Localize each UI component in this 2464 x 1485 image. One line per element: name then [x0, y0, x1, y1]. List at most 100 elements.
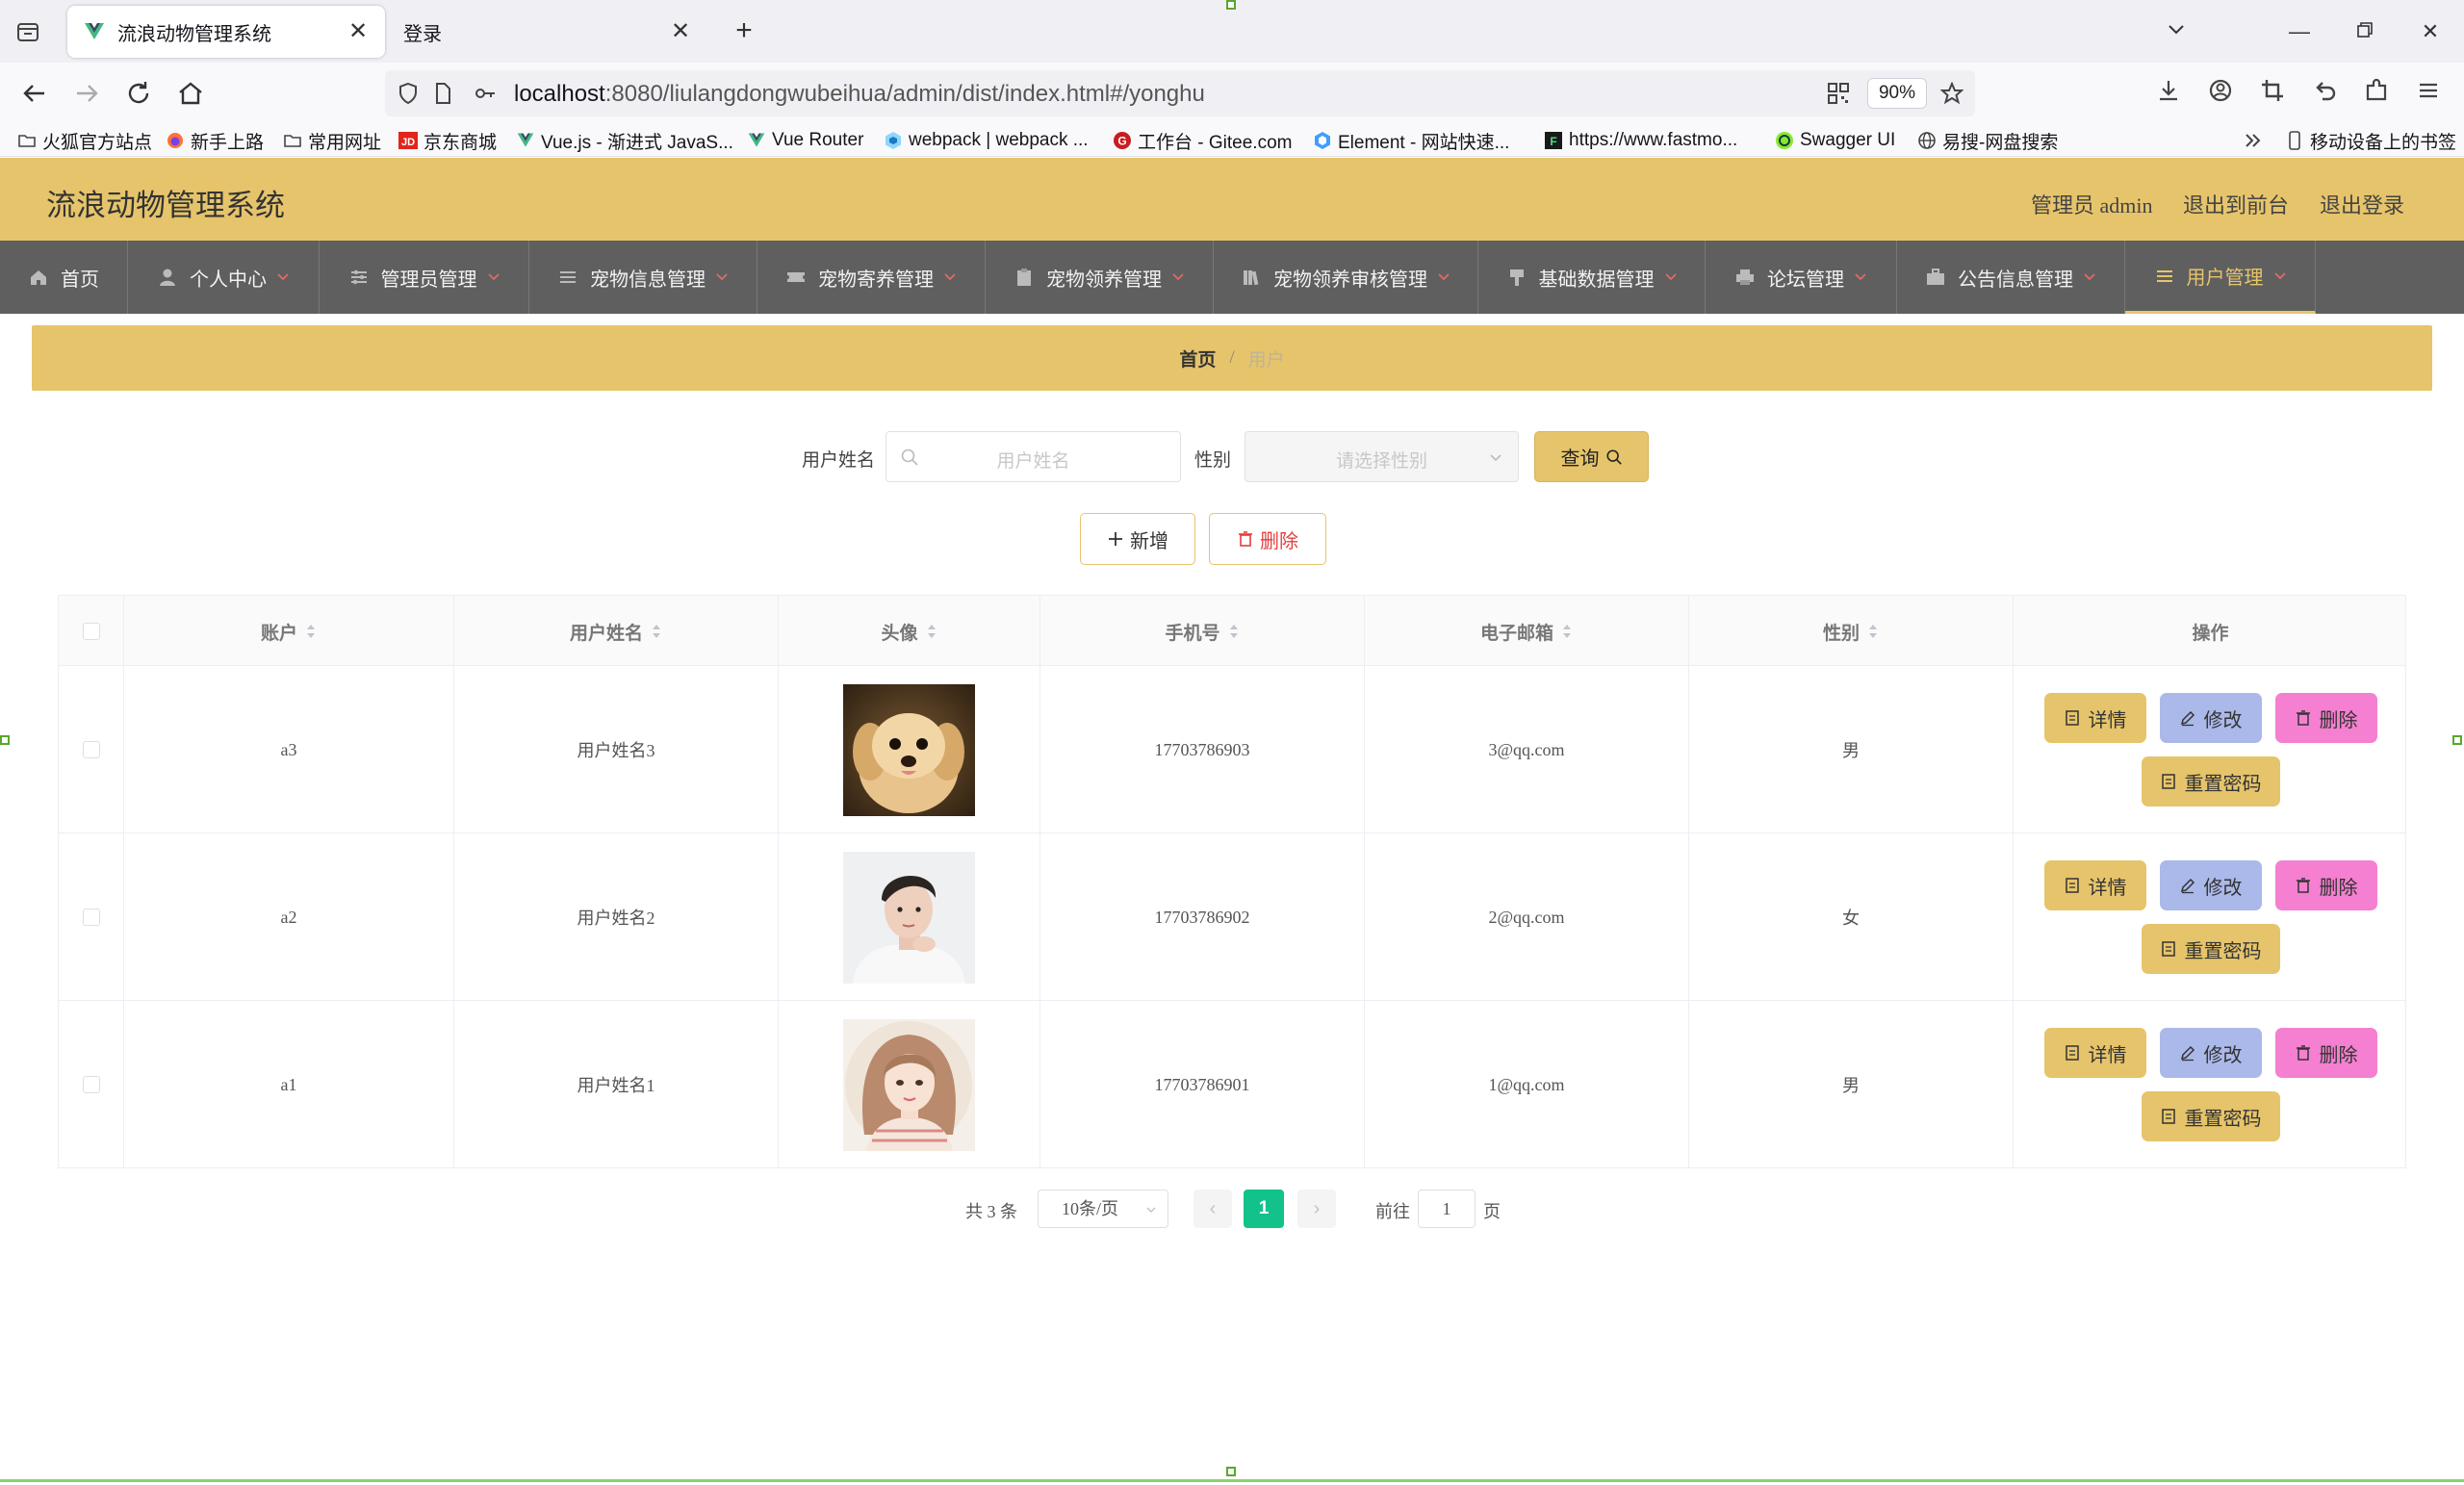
breadcrumb-home[interactable]: 首页: [1179, 346, 1216, 371]
page-icon[interactable]: [431, 82, 454, 105]
menu-item-personal[interactable]: 个人中心: [128, 241, 320, 314]
column-header-gender[interactable]: 性别: [1689, 596, 2014, 667]
edit-button[interactable]: 修改: [2159, 860, 2262, 910]
back-icon[interactable]: [17, 76, 52, 111]
close-tab-icon[interactable]: ✕: [345, 18, 372, 45]
detail-button[interactable]: 详情: [2043, 1028, 2146, 1078]
row-checkbox[interactable]: [82, 1076, 100, 1093]
batch-delete-button[interactable]: 删除: [1209, 513, 1326, 565]
bookmark-item[interactable]: F https://www.fastmo...: [1544, 127, 1737, 154]
bookmark-item[interactable]: webpack | webpack ...: [884, 127, 1089, 154]
column-header-name[interactable]: 用户姓名: [454, 596, 779, 667]
bookmark-item[interactable]: G 工作台 - Gitee.com: [1113, 127, 1292, 154]
bookmark-item[interactable]: 新手上路: [166, 127, 264, 154]
menu-item-base-data[interactable]: 基础数据管理: [1478, 241, 1706, 314]
name-search-input[interactable]: 用户姓名: [886, 431, 1181, 482]
star-bookmark-icon[interactable]: [1940, 82, 1964, 105]
menu-item-home[interactable]: 首页: [0, 241, 128, 314]
account-icon[interactable]: [2204, 76, 2237, 109]
man-avatar[interactable]: [843, 851, 975, 984]
bookmark-item[interactable]: Element - 网站快速...: [1313, 127, 1509, 154]
gender-select[interactable]: 请选择性别: [1245, 431, 1519, 482]
name-cell: 用户姓名3: [454, 666, 779, 833]
menu-item-pet-foster[interactable]: 宠物寄养管理: [757, 241, 986, 314]
column-header-account[interactable]: 账户: [124, 596, 454, 667]
menu-item-announcement[interactable]: 公告信息管理: [1897, 241, 2125, 314]
column-header-email[interactable]: 电子邮箱: [1365, 596, 1689, 667]
add-button[interactable]: 新增: [1080, 513, 1195, 565]
delete-button[interactable]: 删除: [2274, 1028, 2377, 1078]
logout-link[interactable]: 退出登录: [2320, 189, 2404, 219]
row-checkbox[interactable]: [82, 909, 100, 926]
bookmark-item[interactable]: Vue Router: [747, 127, 863, 154]
mobile-bookmarks[interactable]: 移动设备上的书签: [2285, 127, 2456, 154]
row-checkbox[interactable]: [82, 741, 100, 758]
menu-item-pet-adopt[interactable]: 宠物领养管理: [986, 241, 1214, 314]
bookmark-item[interactable]: Vue.js - 渐进式 JavaS...: [516, 127, 733, 154]
exit-to-front-link[interactable]: 退出到前台: [2183, 189, 2289, 219]
edit-button[interactable]: 修改: [2159, 1028, 2262, 1078]
column-header-avatar[interactable]: 头像: [779, 596, 1040, 667]
permissions-key-icon[interactable]: [474, 82, 497, 105]
gender-select-placeholder: 请选择性别: [1335, 451, 1427, 472]
download-icon[interactable]: [2152, 76, 2185, 109]
url-bar[interactable]: localhost:8080/liulangdongwubeihua/admin…: [385, 70, 1975, 116]
bookmark-item[interactable]: 火狐官方站点: [17, 127, 152, 154]
next-page-button[interactable]: ›: [1297, 1190, 1336, 1228]
close-tab-icon[interactable]: ✕: [667, 18, 694, 45]
column-header-phone[interactable]: 手机号: [1040, 596, 1365, 667]
undo-icon[interactable]: [2308, 76, 2341, 109]
tab-list-icon[interactable]: [13, 17, 42, 46]
crop-icon[interactable]: [2256, 76, 2289, 109]
puppy-avatar[interactable]: [843, 683, 975, 816]
reset-password-button[interactable]: 重置密码: [2141, 1091, 2280, 1141]
bookmark-item[interactable]: JD 京东商城: [398, 127, 497, 154]
extensions-icon[interactable]: [2360, 76, 2393, 109]
sort-icon[interactable]: [305, 623, 317, 640]
woman-avatar[interactable]: [843, 1018, 975, 1151]
shield-icon[interactable]: [397, 82, 420, 105]
delete-button[interactable]: 删除: [2274, 860, 2377, 910]
bookmark-item[interactable]: 常用网址: [283, 127, 381, 154]
menu-item-pet-adopt-review[interactable]: 宠物领养审核管理: [1214, 241, 1478, 314]
forward-icon[interactable]: [69, 76, 104, 111]
menu-icon[interactable]: [2412, 76, 2445, 109]
reset-password-button[interactable]: 重置密码: [2141, 924, 2280, 974]
chevron-down-icon: [487, 273, 500, 281]
menu-item-forum[interactable]: 论坛管理: [1706, 241, 1897, 314]
page-size-select[interactable]: 10条/页: [1038, 1190, 1168, 1228]
menu-item-pet-info[interactable]: 宠物信息管理: [529, 241, 757, 314]
browser-tab-active[interactable]: 流浪动物管理系统 ✕: [67, 6, 385, 58]
menu-item-admin[interactable]: 管理员管理: [320, 241, 529, 314]
minimize-icon[interactable]: —: [2283, 15, 2316, 48]
zoom-level[interactable]: 90%: [1867, 78, 1927, 109]
sort-icon[interactable]: [1561, 623, 1573, 640]
list-all-tabs-icon[interactable]: [2160, 15, 2193, 48]
goto-page-input[interactable]: 1: [1418, 1190, 1476, 1228]
qr-code-icon[interactable]: [1827, 82, 1850, 105]
reset-password-button[interactable]: 重置密码: [2141, 756, 2280, 807]
sort-icon[interactable]: [651, 623, 662, 640]
bookmark-item[interactable]: 易搜-网盘搜索: [1917, 127, 2058, 154]
sort-icon[interactable]: [1867, 623, 1879, 640]
new-tab-button[interactable]: +: [729, 16, 759, 47]
detail-button[interactable]: 详情: [2043, 860, 2146, 910]
home-icon[interactable]: [173, 76, 208, 111]
close-window-icon[interactable]: ✕: [2414, 15, 2447, 48]
delete-button[interactable]: 删除: [2274, 693, 2377, 743]
query-button[interactable]: 查询: [1534, 431, 1649, 482]
page-number-current[interactable]: 1: [1244, 1190, 1284, 1228]
sort-icon[interactable]: [926, 623, 937, 640]
prev-page-button[interactable]: ‹: [1194, 1190, 1232, 1228]
select-all-checkbox[interactable]: [82, 623, 100, 640]
url-text[interactable]: localhost:8080/liulangdongwubeihua/admin…: [514, 81, 1205, 108]
reload-icon[interactable]: [121, 76, 156, 111]
edit-button[interactable]: 修改: [2159, 693, 2262, 743]
browser-tab-inactive[interactable]: 登录 ✕: [390, 6, 707, 58]
menu-item-user[interactable]: 用户管理: [2125, 241, 2316, 314]
sort-icon[interactable]: [1228, 623, 1240, 640]
detail-button[interactable]: 详情: [2043, 693, 2146, 743]
restore-icon[interactable]: [2348, 15, 2381, 48]
more-bookmarks-icon[interactable]: [2243, 127, 2264, 154]
bookmark-item[interactable]: Swagger UI: [1775, 127, 1895, 154]
